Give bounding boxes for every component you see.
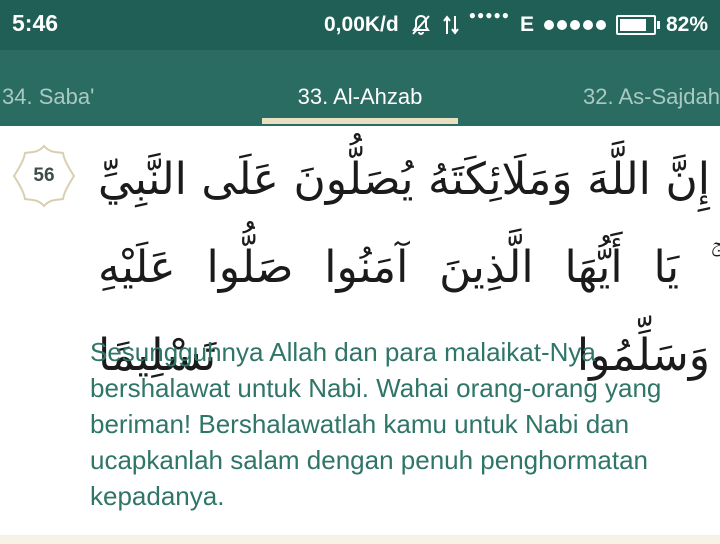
- tab-next-surah[interactable]: 32. As-Sajdah: [583, 50, 720, 126]
- battery-percent: 82%: [665, 13, 708, 36]
- ayah-translation: Sesungguhnya Allah dan para malaikat-Nya…: [90, 337, 662, 511]
- ayah-view: 56 إِنَّ اللَّهَ وَمَلَائِكَتَهُ يُصَلُّ…: [0, 126, 720, 544]
- status-indicators: 0,00K/d ●●●●● E 82%: [324, 8, 708, 40]
- surah-tab-bar: 34. Saba' 33. Al-Ahzab 32. As-Sajdah: [0, 50, 720, 126]
- network-type: E: [519, 13, 534, 36]
- data-speed: 0,00K/d: [324, 13, 399, 36]
- next-ayah-edge: [0, 535, 720, 544]
- ayah-number: 56: [33, 165, 55, 186]
- bell-off-icon: [409, 13, 433, 37]
- data-transfer-icon: [442, 14, 459, 36]
- tab-indicator: [262, 118, 458, 124]
- status-time: 5:46: [12, 10, 59, 36]
- status-bar: 5:46 0,00K/d ●●●●● E 82%: [0, 0, 720, 50]
- battery-icon: [615, 15, 660, 35]
- signal-icon: [543, 20, 606, 30]
- ayah-number-badge: 56: [11, 143, 77, 209]
- signal-strength-dots-icon: ●●●●●: [468, 8, 510, 22]
